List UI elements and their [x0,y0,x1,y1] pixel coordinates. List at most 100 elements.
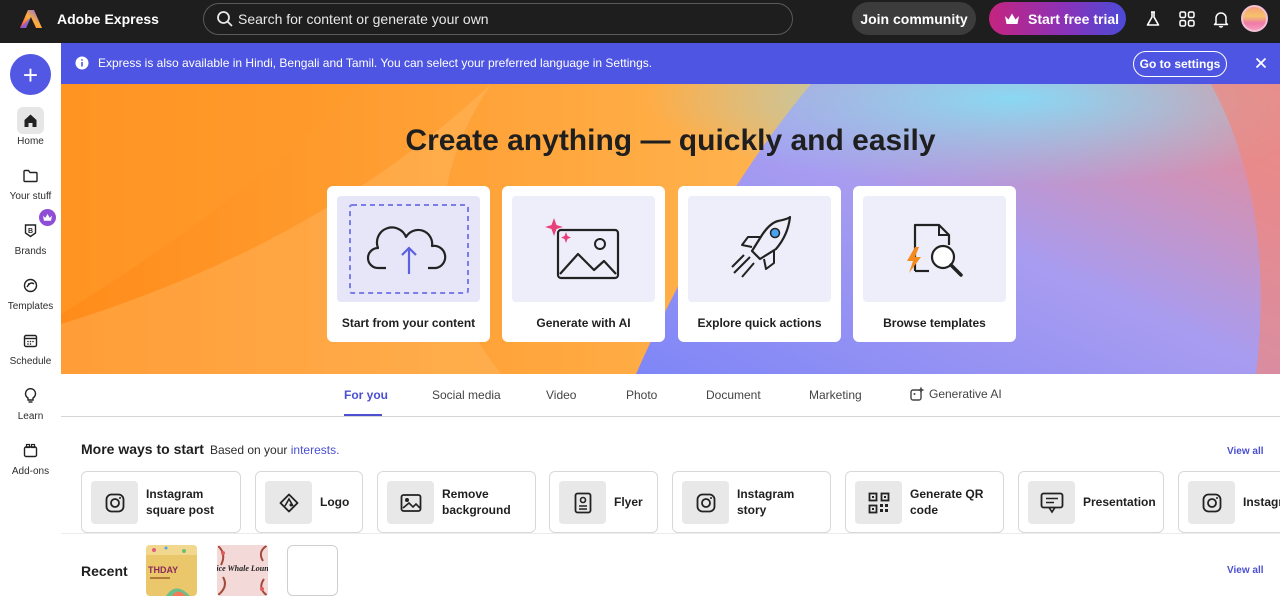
sidebar-item-your-stuff[interactable]: Your stuff [0,162,61,210]
quick-action-label: Logo [320,495,350,509]
close-icon[interactable] [1254,56,1268,70]
sidebar-item-label: Your stuff [9,191,52,202]
quick-action-label: Remove background [442,487,511,517]
quick-action-remove-background[interactable]: Remove background [377,471,536,533]
adobe-express-logo-icon[interactable] [20,9,42,29]
recent-thumbnail-birthday[interactable]: THDAY [146,545,197,596]
more-ways-view-all-link[interactable]: View all [1227,446,1264,457]
start-free-trial-button[interactable]: Start free trial [989,2,1126,35]
search-bar[interactable] [203,3,793,35]
sidebar-item-add-ons[interactable]: Add-ons [0,437,61,485]
explore-quick-actions-card[interactable]: Explore quick actions [678,186,841,342]
flyer-icon [574,492,591,513]
quick-action-label: Instagra [1243,495,1280,509]
home-icon [24,114,37,127]
go-to-settings-button[interactable]: Go to settings [1133,51,1227,77]
tab-photo[interactable]: Photo [626,388,657,402]
sidebar-item-schedule[interactable]: Schedule [0,327,61,375]
top-bar: Adobe Express Join community Start free … [0,0,1280,43]
bell-icon[interactable] [1212,10,1230,28]
presentation-icon [1040,492,1063,513]
tab-video[interactable]: Video [546,388,576,402]
browse-templates-card[interactable]: Browse templates [853,186,1016,342]
interests-link[interactable]: interests. [291,443,340,457]
thumbnail-text: THDAY [148,565,178,575]
sidebar-item-learn[interactable]: Learn [0,382,61,430]
hero-title: Create anything — quickly and easily [405,124,936,157]
recent-view-all-link[interactable]: View all [1227,565,1264,576]
start-from-content-card[interactable]: Start from your content [327,186,490,342]
join-community-button[interactable]: Join community [852,2,976,35]
quick-action-presentation[interactable]: Presentation [1018,471,1164,533]
quick-action-label: Generate QR code [910,487,984,517]
card-label: Generate with AI [536,316,631,330]
remove-background-icon [400,493,421,512]
birthday-design-thumbnail: THDAY [146,545,197,596]
more-ways-subtitle: Based on your interests. [210,443,339,457]
alice-design-thumbnail: Alice Whale Lounge [217,545,268,596]
avatar[interactable] [1241,5,1268,32]
template-search-icon [906,223,963,277]
tab-for-you[interactable]: For you [344,388,388,402]
ai-image-icon [544,218,619,280]
section-divider [61,533,1280,534]
cloud-upload-icon [348,204,469,294]
logo-icon [279,493,298,512]
sidebar-item-templates[interactable]: Templates [0,272,61,320]
labs-flask-icon[interactable] [1144,10,1162,28]
thumbnail-text: Alice Whale Lounge [217,564,268,573]
card-label: Browse templates [883,316,986,330]
tab-generative-ai[interactable]: Generative AI [909,386,1002,402]
subtitle-prefix: Based on your [210,443,288,457]
sidebar-item-brands[interactable]: B Brands [0,209,61,265]
sidebar-item-home[interactable]: Home [0,107,61,155]
crown-icon [1005,13,1019,24]
hero-section: Create anything — quickly and easily Sta… [61,84,1280,374]
sidebar-item-label: Schedule [9,356,52,367]
quick-action-instagram[interactable]: Instagra [1178,471,1280,533]
recent-thumbnail-blank[interactable] [287,545,338,596]
quick-action-label: Instagram story [737,487,795,517]
templates-icon [23,278,38,293]
quick-action-generate-qr-code[interactable]: Generate QR code [845,471,1004,533]
instagram-icon [105,493,124,512]
tab-label: Generative AI [929,387,1002,401]
sidebar-item-label: Learn [17,411,44,422]
addons-icon [23,443,38,458]
folder-icon [23,169,38,182]
quick-action-instagram-story[interactable]: Instagram story [672,471,831,533]
tab-marketing[interactable]: Marketing [809,388,862,402]
card-label: Start from your content [341,316,476,330]
quick-action-instagram-square-post[interactable]: Instagram square post [81,471,241,533]
create-new-button[interactable]: + [10,54,51,95]
card-label: Explore quick actions [697,316,822,330]
generate-with-ai-card[interactable]: Generate with AI [502,186,665,342]
lightbulb-icon [24,388,37,403]
info-icon [75,56,89,70]
quick-action-flyer[interactable]: Flyer [549,471,658,533]
category-tabs: For you Social media Video Photo Documen… [61,374,1280,417]
instagram-icon [696,493,715,512]
sidebar: + Home Your stuff B Brands Templates Sch… [0,43,61,601]
recent-thumbnail-alice[interactable]: Alice Whale Lounge [217,545,268,596]
tab-document[interactable]: Document [706,388,761,402]
rocket-icon [730,215,791,278]
search-icon [217,11,233,27]
search-input[interactable] [238,9,778,29]
sidebar-item-label: Brands [14,246,47,257]
recent-title: Recent [81,563,128,579]
svg-text:B: B [28,228,33,235]
active-tab-indicator [344,414,382,416]
quick-action-label: Instagram square post [146,487,215,517]
app-name: Adobe Express [57,11,159,27]
instagram-icon [1202,493,1221,512]
banner-text: Express is also available in Hindi, Beng… [98,56,653,70]
apps-grid-icon[interactable] [1178,10,1196,28]
premium-crown-badge-icon [39,209,56,226]
tab-social-media[interactable]: Social media [432,388,501,402]
generative-ai-icon [910,386,925,401]
calendar-icon [23,334,38,348]
quick-action-logo[interactable]: Logo [255,471,363,533]
language-banner: Express is also available in Hindi, Beng… [61,43,1280,84]
quick-action-label: Flyer [614,495,643,509]
